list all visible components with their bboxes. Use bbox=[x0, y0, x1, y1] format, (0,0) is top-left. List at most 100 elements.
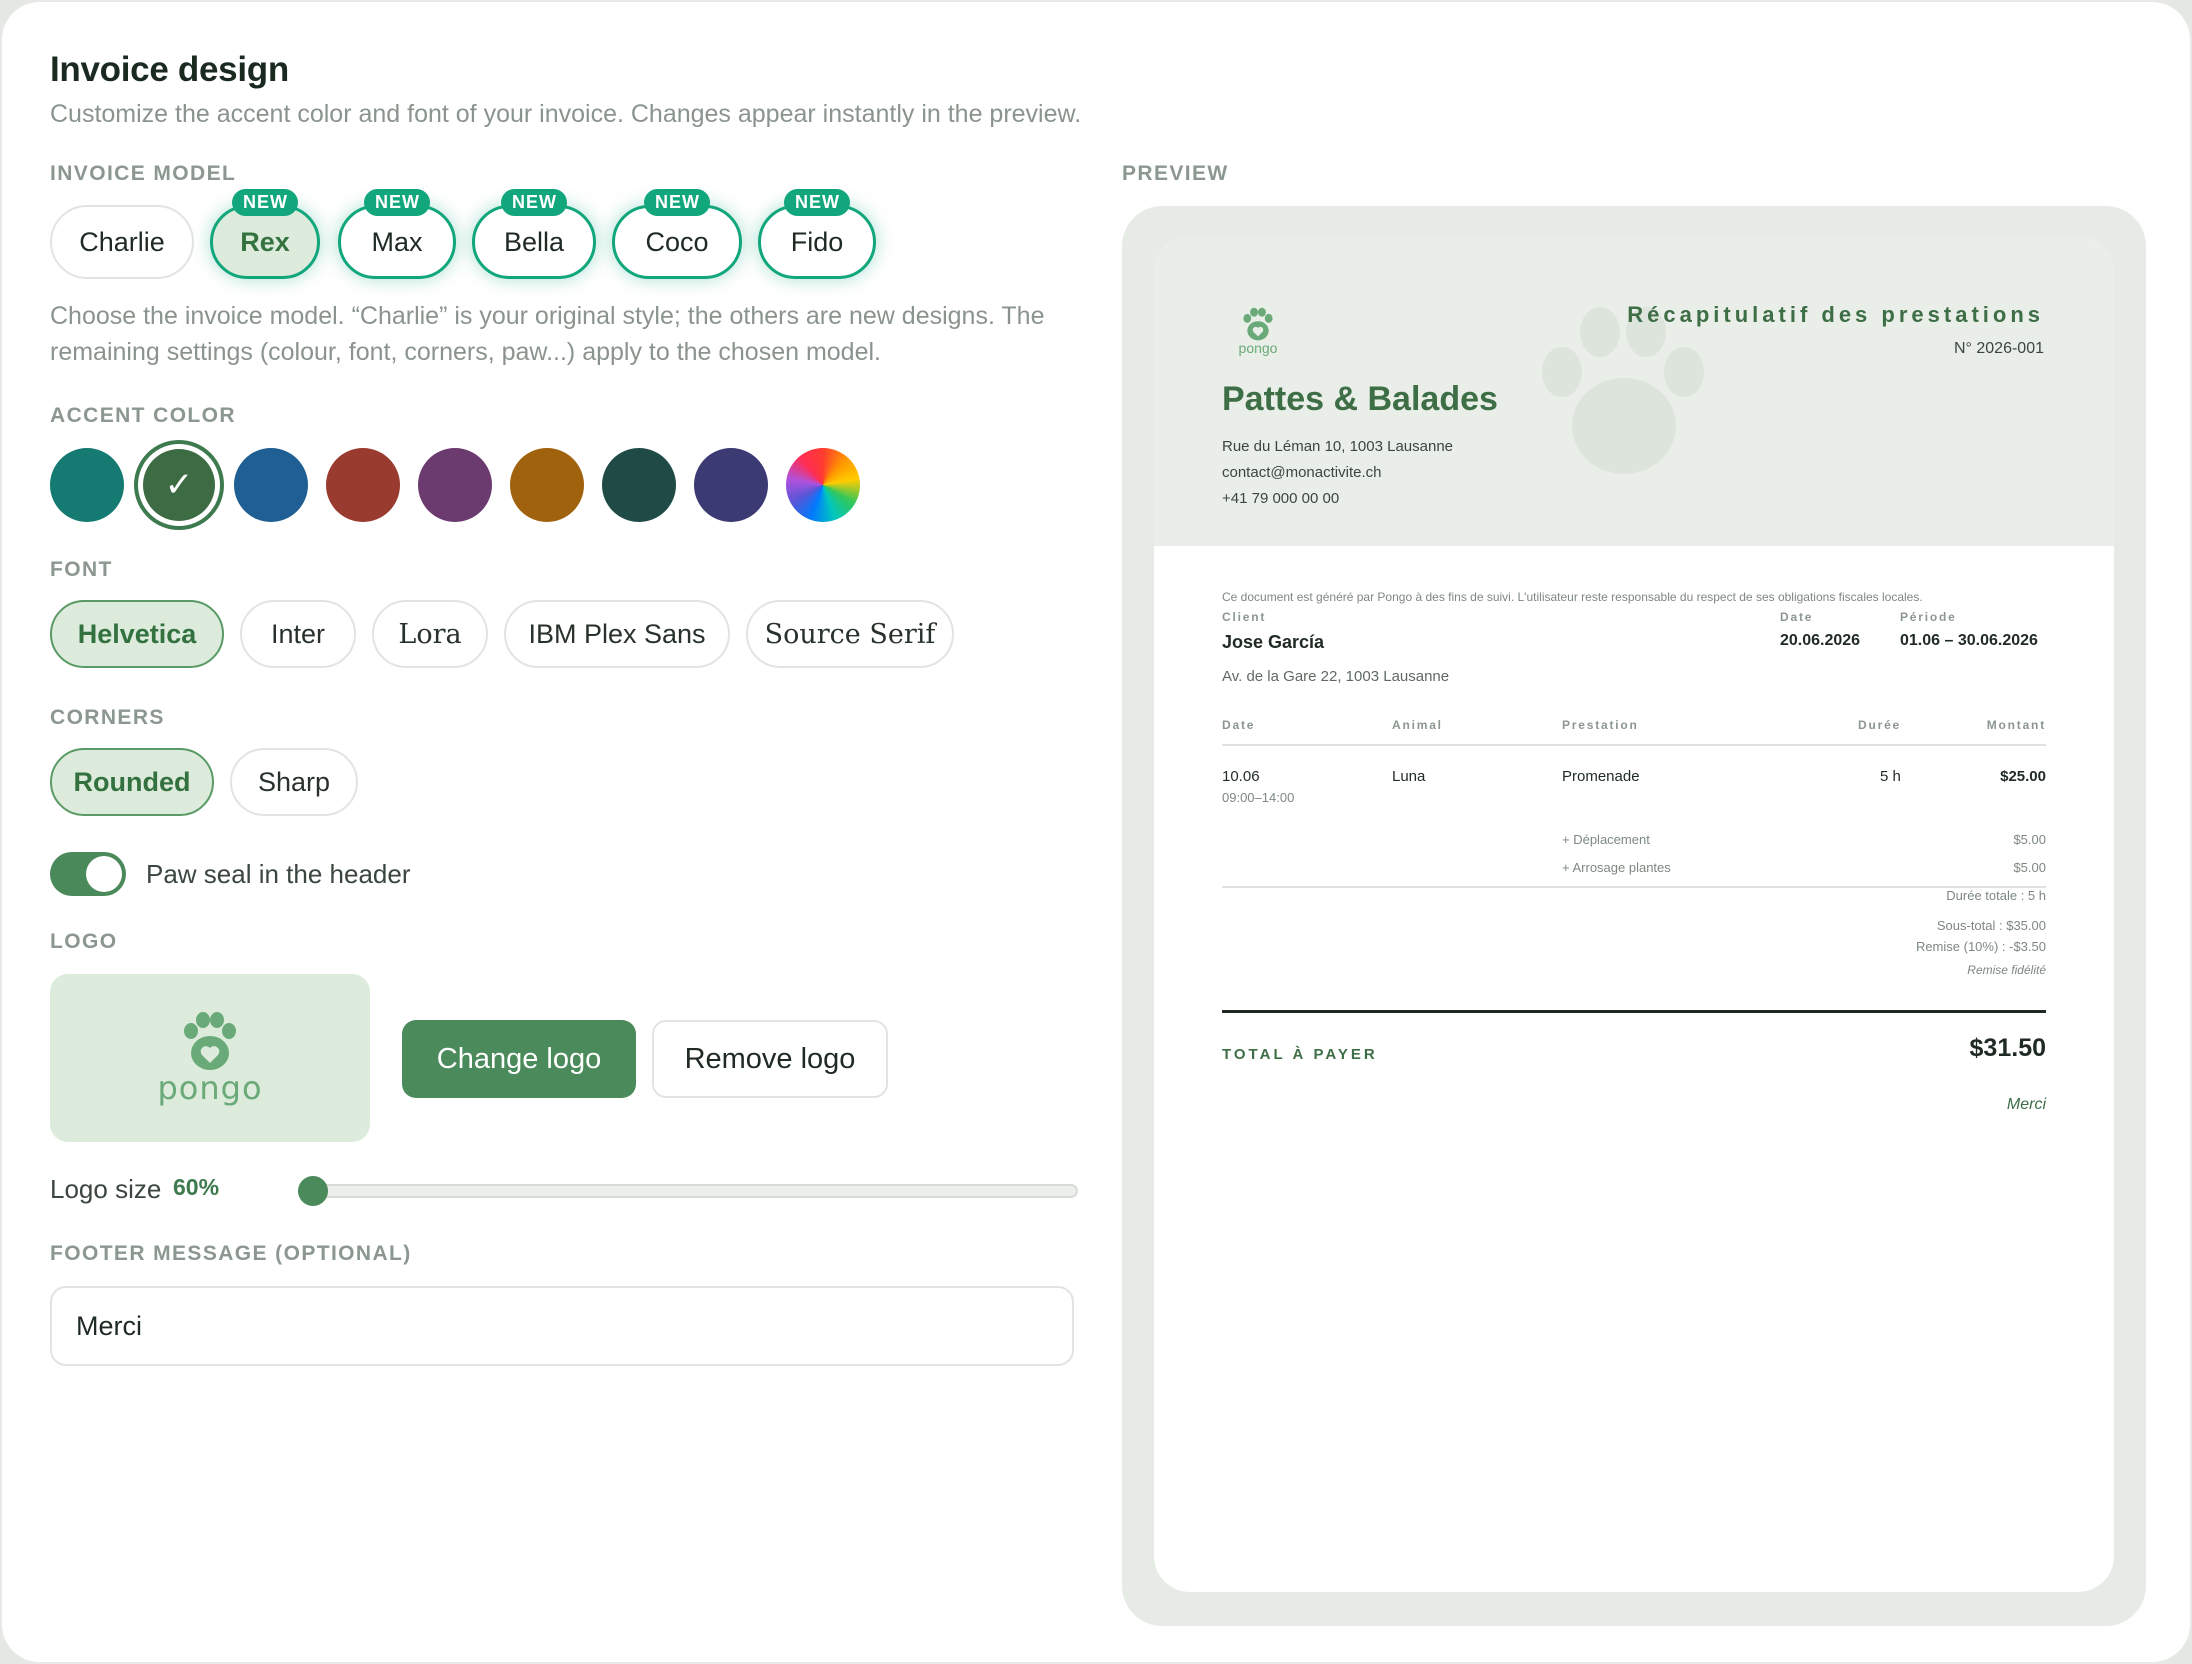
col-amount: Montant bbox=[1986, 718, 2046, 732]
invoice-header: pongo Pattes & Balades Rue du Léman 10, … bbox=[1154, 236, 2114, 546]
total-duration: Durée totale : 5 h bbox=[1946, 888, 2046, 903]
row-amount: $25.00 bbox=[2000, 768, 2046, 785]
col-animal: Animal bbox=[1392, 718, 1443, 732]
invoice-model-label: INVOICE MODEL bbox=[50, 162, 237, 185]
model-coco-label: Coco bbox=[645, 226, 709, 257]
font-lora[interactable]: Lora bbox=[372, 600, 488, 668]
period-value: 01.06 – 30.06.2026 bbox=[1900, 632, 2038, 649]
font-label: FONT bbox=[50, 558, 113, 581]
total-label: TOTAL À PAYER bbox=[1222, 1046, 1378, 1063]
preview-label: PREVIEW bbox=[1122, 162, 1229, 185]
swatch-red[interactable] bbox=[326, 448, 400, 522]
swatch-teal[interactable] bbox=[50, 448, 124, 522]
model-coco[interactable]: NEW Coco bbox=[612, 189, 742, 279]
corners-rounded[interactable]: Rounded bbox=[50, 748, 214, 816]
logo-size-value: 60% bbox=[173, 1174, 220, 1200]
font-helvetica[interactable]: Helvetica bbox=[50, 600, 224, 668]
row-service: Promenade bbox=[1562, 768, 1640, 785]
discount: Remise (10%) : -$3.50 bbox=[1915, 939, 2046, 954]
swatch-purple[interactable] bbox=[418, 448, 492, 522]
extra-label: + Arrosage plantes bbox=[1562, 860, 1671, 875]
font-source-serif[interactable]: Source Serif bbox=[746, 600, 954, 668]
logo-size-slider-thumb[interactable] bbox=[298, 1176, 328, 1206]
page-title: Invoice design bbox=[50, 50, 289, 89]
business-email: contact@monactivite.ch bbox=[1222, 464, 1382, 481]
new-badge: NEW bbox=[364, 189, 430, 216]
new-badge: NEW bbox=[232, 189, 298, 216]
model-max-label: Max bbox=[371, 226, 423, 257]
footer-message-input[interactable] bbox=[50, 1286, 1074, 1366]
accent-color-label: ACCENT COLOR bbox=[50, 404, 236, 427]
new-badge: NEW bbox=[644, 189, 710, 216]
date-label: Date bbox=[1780, 610, 1814, 624]
client-address: Av. de la Gare 22, 1003 Lausanne bbox=[1222, 668, 1450, 685]
row-rule bbox=[1222, 886, 2046, 888]
new-badge: NEW bbox=[501, 189, 567, 216]
model-bella[interactable]: NEW Bella bbox=[472, 189, 596, 279]
row-time: 09:00–14:00 bbox=[1222, 790, 1295, 805]
corners-label: CORNERS bbox=[50, 706, 165, 729]
swatch-green[interactable]: ✓ bbox=[134, 440, 224, 530]
footer-message-label: FOOTER MESSAGE (OPTIONAL) bbox=[50, 1242, 412, 1265]
row-duration: 5 h bbox=[1880, 768, 1901, 785]
swatch-blue[interactable] bbox=[234, 448, 308, 522]
paw-seal-setting: Paw seal in the header bbox=[50, 850, 411, 898]
font-ibm-plex-sans[interactable]: IBM Plex Sans bbox=[504, 600, 730, 668]
table-header-rule bbox=[1222, 744, 2046, 746]
invoice-preview-frame: pongo Pattes & Balades Rue du Léman 10, … bbox=[1122, 206, 2146, 1626]
swatch-custom-color-picker[interactable] bbox=[786, 448, 860, 522]
model-max[interactable]: NEW Max bbox=[338, 189, 456, 279]
invoice-footer-message: Merci bbox=[2006, 1096, 2046, 1113]
paw-seal-toggle[interactable] bbox=[50, 852, 126, 896]
invoice-document: pongo Pattes & Balades Rue du Léman 10, … bbox=[1154, 236, 2114, 1592]
business-address: Rue du Léman 10, 1003 Lausanne bbox=[1222, 438, 1454, 455]
period-label: Période bbox=[1900, 610, 1957, 624]
invoice-model-help: Choose the invoice model. “Charlie” is y… bbox=[50, 302, 1045, 366]
model-charlie-label: Charlie bbox=[79, 226, 165, 257]
logo-label: LOGO bbox=[50, 930, 118, 953]
remove-logo-button[interactable]: Remove logo bbox=[652, 1020, 888, 1098]
total-rule bbox=[1222, 1010, 2046, 1013]
invoice-logo-wordmark: pongo bbox=[1238, 340, 1278, 356]
business-phone: +41 79 000 00 00 bbox=[1222, 490, 1340, 507]
extra-amount: $5.00 bbox=[2013, 860, 2046, 875]
swatch-orange[interactable] bbox=[510, 448, 584, 522]
model-fido-label: Fido bbox=[790, 226, 844, 257]
model-fido[interactable]: NEW Fido bbox=[758, 189, 876, 279]
disclaimer: Ce document est généré par Pongo à des f… bbox=[1222, 590, 1923, 604]
total-value: $31.50 bbox=[1969, 1034, 2046, 1062]
extra-amount: $5.00 bbox=[2013, 832, 2046, 847]
subtotal: Sous-total : $35.00 bbox=[1936, 918, 2046, 933]
row-date: 10.06 bbox=[1222, 768, 1260, 785]
logo-size-label: Logo size bbox=[50, 1174, 162, 1204]
new-badge: NEW bbox=[784, 189, 850, 216]
logo-preview: pongo bbox=[50, 974, 370, 1142]
col-date: Date bbox=[1222, 718, 1256, 732]
font-inter[interactable]: Inter bbox=[240, 600, 356, 668]
logo-wordmark: pongo bbox=[157, 1069, 263, 1107]
client-label: Client bbox=[1222, 610, 1267, 624]
discount-note: Remise fidélité bbox=[1967, 963, 2046, 977]
change-logo-button[interactable]: Change logo bbox=[402, 1020, 636, 1098]
extra-label: + Déplacement bbox=[1562, 832, 1650, 847]
model-rex-label: Rex bbox=[240, 226, 290, 257]
swatch-indigo[interactable] bbox=[694, 448, 768, 522]
paw-seal-label: Paw seal in the header bbox=[146, 858, 411, 889]
check-icon: ✓ bbox=[164, 466, 194, 504]
col-duration: Durée bbox=[1858, 718, 1902, 732]
date-value: 20.06.2026 bbox=[1780, 632, 1861, 649]
model-bella-label: Bella bbox=[503, 226, 565, 257]
business-name: Pattes & Balades bbox=[1222, 380, 1498, 418]
page-subtitle: Customize the accent color and font of y… bbox=[50, 100, 1082, 128]
swatch-dark-teal[interactable] bbox=[602, 448, 676, 522]
logo-size-slider[interactable] bbox=[298, 1184, 1078, 1198]
document-title: Récapitulatif des prestations bbox=[1627, 302, 2044, 327]
model-rex[interactable]: NEW Rex bbox=[210, 189, 320, 279]
invoice-logo: pongo bbox=[1232, 306, 1284, 356]
model-charlie[interactable]: Charlie bbox=[50, 205, 194, 279]
col-service: Prestation bbox=[1562, 718, 1639, 732]
row-animal: Luna bbox=[1392, 768, 1426, 785]
client-name: Jose García bbox=[1222, 632, 1325, 652]
document-number: N° 2026-001 bbox=[1953, 340, 2044, 357]
corners-sharp[interactable]: Sharp bbox=[230, 748, 358, 816]
